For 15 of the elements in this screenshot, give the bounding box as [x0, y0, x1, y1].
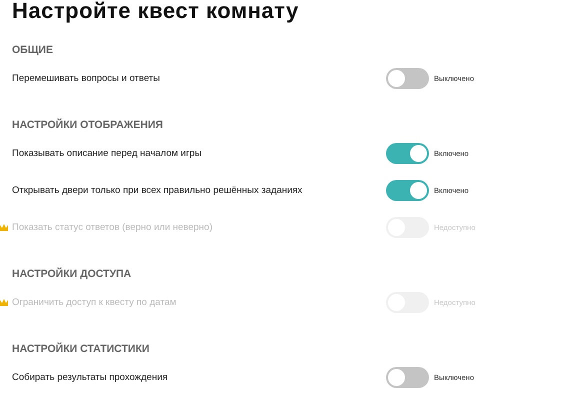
- setting-label: Показывать описание перед началом игры: [12, 148, 202, 159]
- toggle-switch[interactable]: [386, 143, 429, 164]
- section-heading: НАСТРОЙКИ ОТОБРАЖЕНИЯ: [12, 119, 163, 131]
- setting-label: Ограничить доступ к квесту по датам: [12, 297, 176, 308]
- toggle-switch[interactable]: [386, 180, 429, 201]
- setting-label: Перемешивать вопросы и ответы: [12, 73, 160, 84]
- toggle-switch[interactable]: [386, 367, 429, 388]
- setting-label: Открывать двери только при всех правильно решённых заданиях: [12, 185, 302, 196]
- section-heading: НАСТРОЙКИ ДОСТУПА: [12, 268, 132, 280]
- toggle-switch[interactable]: [386, 68, 429, 89]
- section-heading: ОБЩИЕ: [12, 44, 53, 56]
- setting-label: Собирать результаты прохождения: [12, 372, 168, 383]
- setting-label: Показать статус ответов (верно или неверно): [12, 222, 212, 233]
- section-heading: НАСТРОЙКИ СТАТИСТИКИ: [12, 343, 150, 355]
- page-title: Настройте квест комнату: [12, 0, 299, 22]
